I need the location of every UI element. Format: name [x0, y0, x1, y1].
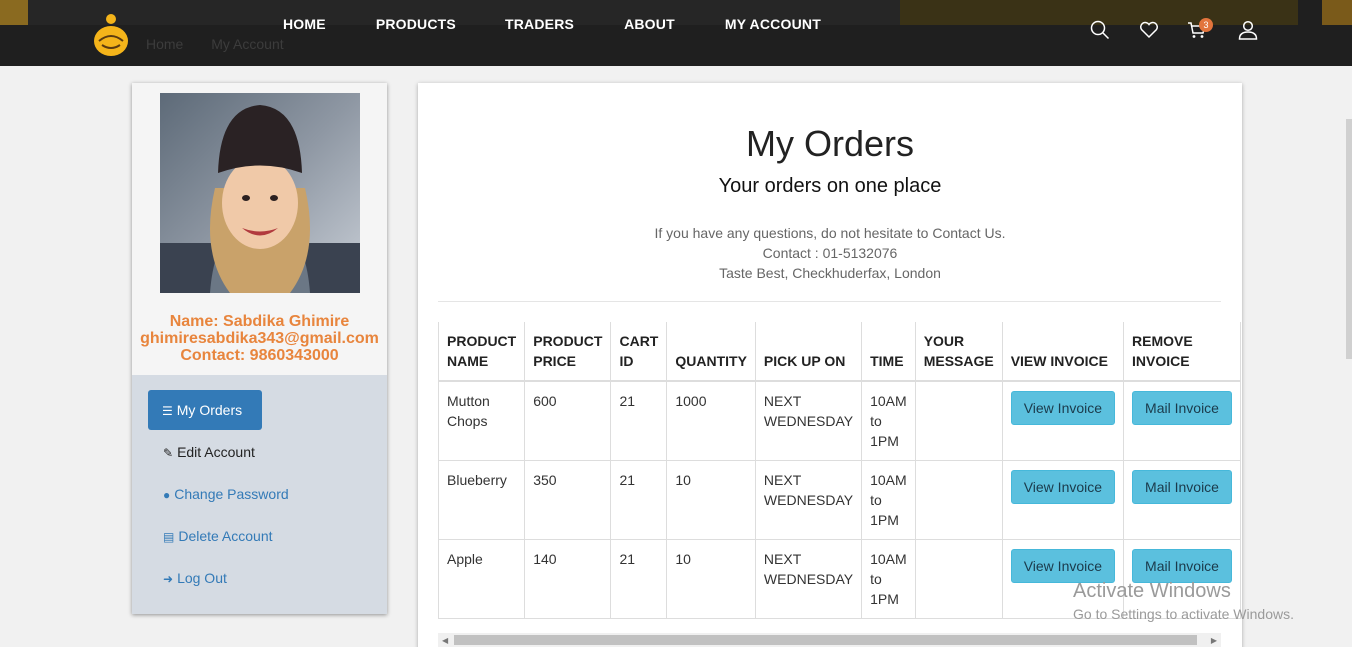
profile-contact: Contact: 9860343000	[180, 347, 339, 364]
col-cart-id: CART ID	[610, 322, 668, 382]
mail-invoice-button[interactable]: Mail Invoice	[1132, 549, 1232, 583]
mail-invoice-button[interactable]: Mail Invoice	[1132, 470, 1232, 504]
change-password-link[interactable]: ● Change Password	[163, 486, 289, 502]
cell-product-price: 350	[524, 460, 612, 540]
delete-account-label: Delete Account	[178, 528, 273, 544]
banner-strip	[0, 0, 28, 25]
cell-view-invoice: View Invoice	[1001, 380, 1125, 461]
scroll-left-arrow-icon[interactable]: ◀	[442, 636, 448, 645]
orders-table: PRODUCT NAME PRODUCT PRICE CART ID QUANT…	[437, 322, 1241, 619]
contact-info: If you have any questions, do not hesita…	[418, 223, 1242, 283]
user-icon: ●	[163, 488, 171, 502]
log-out-label: Log Out	[177, 570, 227, 586]
cell-product-name: Mutton Chops	[437, 380, 526, 461]
log-out-icon: ➜	[163, 572, 174, 586]
view-invoice-button[interactable]: View Invoice	[1010, 549, 1116, 583]
col-view-invoice: VIEW INVOICE	[1001, 322, 1125, 382]
cart-count-badge: 3	[1199, 18, 1213, 32]
watermark-title: Activate Windows	[1073, 580, 1231, 602]
breadcrumb: Home My Account	[146, 36, 308, 52]
contact-line: If you have any questions, do not hesita…	[654, 225, 1006, 241]
windows-activation-watermark: Activate Windows Go to Settings to activ…	[1073, 580, 1294, 622]
orders-card: My Orders Your orders on one place If yo…	[418, 83, 1242, 647]
page-subtitle: Your orders on one place	[718, 175, 942, 197]
cell-time: 10AM to 1PM	[861, 539, 916, 619]
cell-cart-id: 21	[610, 460, 668, 540]
cell-message	[914, 380, 1003, 461]
edit-account-label: Edit Account	[177, 444, 255, 460]
col-remove-invoice: REMOVE INVOICE	[1123, 322, 1241, 382]
cell-time: 10AM to 1PM	[861, 460, 916, 540]
search-icon[interactable]	[1090, 20, 1110, 40]
cell-view-invoice: View Invoice	[1001, 460, 1125, 540]
col-product-name: PRODUCT NAME	[437, 322, 526, 382]
profile-photo	[160, 93, 360, 293]
contact-address: Taste Best, Checkhuderfax, London	[719, 265, 941, 281]
mail-invoice-button[interactable]: Mail Invoice	[1132, 391, 1232, 425]
table-header-row: PRODUCT NAME PRODUCT PRICE CART ID QUANT…	[437, 322, 1241, 382]
scroll-thumb[interactable]	[454, 635, 1197, 645]
main-nav: HOME PRODUCTS TRADERS ABOUT MY ACCOUNT	[283, 16, 821, 32]
cell-quantity: 1000	[666, 380, 756, 461]
edit-account-link[interactable]: ✎ Edit Account	[163, 444, 255, 460]
view-invoice-button[interactable]: View Invoice	[1010, 470, 1116, 504]
change-password-label: Change Password	[174, 486, 289, 502]
col-pick-up-on: PICK UP ON	[754, 322, 863, 382]
profile-email: ghimiresabdika343@gmail.com	[140, 330, 379, 347]
cell-remove-invoice: Mail Invoice	[1123, 460, 1241, 540]
trash-icon: ▤	[163, 530, 175, 544]
cell-quantity: 10	[666, 539, 756, 619]
cell-pick-up-on: NEXT WEDNESDAY	[754, 460, 863, 540]
nav-about[interactable]: ABOUT	[624, 16, 675, 32]
list-icon: ☰	[162, 404, 173, 418]
cell-pick-up-on: NEXT WEDNESDAY	[754, 539, 863, 619]
my-orders-label: My Orders	[176, 402, 243, 418]
heart-icon[interactable]	[1139, 20, 1159, 40]
col-product-price: PRODUCT PRICE	[524, 322, 612, 382]
my-orders-button[interactable]: ☰ My Orders	[148, 390, 262, 430]
nav-home[interactable]: HOME	[283, 16, 326, 32]
cell-message	[914, 460, 1003, 540]
breadcrumb-my-account: My Account	[211, 36, 284, 52]
breadcrumb-home[interactable]: Home	[146, 36, 183, 52]
profile-name: Name: Sabdika Ghimire	[169, 313, 350, 330]
col-quantity: QUANTITY	[666, 322, 756, 382]
page-title: My Orders	[745, 123, 914, 164]
cell-product-price: 600	[524, 380, 612, 461]
page-scrollbar[interactable]	[1346, 119, 1352, 359]
profile-info: Name: Sabdika Ghimire ghimiresabdika343@…	[132, 313, 387, 364]
watermark-subtitle: Go to Settings to activate Windows.	[1073, 606, 1294, 622]
cell-quantity: 10	[666, 460, 756, 540]
user-icon[interactable]	[1238, 20, 1258, 40]
table-row: Mutton Chops 600 21 1000 NEXT WEDNESDAY …	[437, 380, 1241, 461]
site-logo[interactable]	[92, 11, 130, 57]
cell-cart-id: 21	[610, 380, 668, 461]
divider	[438, 301, 1221, 302]
col-your-message: YOUR MESSAGE	[914, 322, 1003, 382]
cell-product-name: Apple	[437, 539, 526, 619]
scroll-right-arrow-icon[interactable]: ▶	[1211, 636, 1217, 645]
view-invoice-button[interactable]: View Invoice	[1010, 391, 1116, 425]
site-header: Home My Account HOME PRODUCTS TRADERS AB…	[0, 0, 1352, 66]
profile-sidebar: Name: Sabdika Ghimire ghimiresabdika343@…	[132, 83, 387, 614]
cell-time: 10AM to 1PM	[861, 380, 916, 461]
cell-pick-up-on: NEXT WEDNESDAY	[754, 380, 863, 461]
banner-strip	[1322, 0, 1352, 25]
nav-products[interactable]: PRODUCTS	[376, 16, 456, 32]
cell-product-price: 140	[524, 539, 612, 619]
cell-product-name: Blueberry	[437, 460, 526, 540]
nav-traders[interactable]: TRADERS	[505, 16, 574, 32]
contact-phone: Contact : 01-5132076	[762, 245, 898, 261]
cell-message	[914, 539, 1003, 619]
nav-my-account[interactable]: MY ACCOUNT	[725, 16, 821, 32]
log-out-link[interactable]: ➜ Log Out	[163, 570, 227, 586]
account-menu: ☰ My Orders ✎ Edit Account ● Change Passwor…	[132, 375, 387, 614]
col-time: TIME	[861, 322, 916, 382]
table-horizontal-scrollbar[interactable]: ◀ ▶	[438, 633, 1221, 647]
delete-account-link[interactable]: ▤ Delete Account	[163, 528, 273, 544]
cell-cart-id: 21	[610, 539, 668, 619]
table-row: Blueberry 350 21 10 NEXT WEDNESDAY 10AM …	[437, 460, 1241, 540]
cell-remove-invoice: Mail Invoice	[1123, 380, 1241, 461]
pencil-icon: ✎	[163, 446, 174, 460]
